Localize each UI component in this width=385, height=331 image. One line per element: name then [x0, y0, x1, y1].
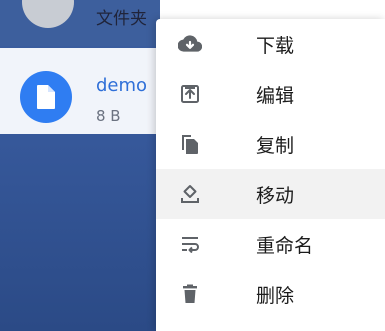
app-stage: 文件夹 demo 8 B 下载 编辑 复制 移动 重命名 删除 — [0, 0, 385, 331]
menu-item-label: 复制 — [256, 135, 295, 157]
file-name: demo — [96, 75, 148, 96]
move-icon — [178, 182, 202, 206]
folder-row[interactable]: 文件夹 — [0, 0, 160, 46]
file-size: 8 B — [96, 107, 121, 125]
file-row-demo[interactable]: demo 8 B — [0, 48, 160, 134]
trash-icon — [178, 282, 202, 306]
menu-item-label: 重命名 — [256, 235, 314, 257]
menu-item-label: 下载 — [256, 35, 295, 57]
menu-item-label: 编辑 — [256, 85, 295, 107]
menu-item-label: 移动 — [256, 185, 295, 207]
menu-item-rename[interactable]: 重命名 — [156, 219, 385, 269]
cloud-download-icon — [178, 32, 202, 56]
context-menu: 下载 编辑 复制 移动 重命名 删除 — [156, 19, 385, 331]
file-icon — [20, 71, 72, 123]
menu-item-move[interactable]: 移动 — [156, 169, 385, 219]
rename-wrap-icon — [178, 232, 202, 256]
menu-item-download[interactable]: 下载 — [156, 19, 385, 69]
edit-upload-icon — [178, 82, 202, 106]
copy-icon — [178, 132, 202, 156]
menu-item-copy[interactable]: 复制 — [156, 119, 385, 169]
file-list-panel: 文件夹 demo 8 B — [0, 0, 160, 331]
folder-avatar — [22, 0, 74, 28]
menu-item-edit[interactable]: 编辑 — [156, 69, 385, 119]
menu-item-label: 删除 — [256, 285, 295, 307]
folder-label: 文件夹 — [96, 9, 147, 29]
menu-item-delete[interactable]: 删除 — [156, 269, 385, 319]
